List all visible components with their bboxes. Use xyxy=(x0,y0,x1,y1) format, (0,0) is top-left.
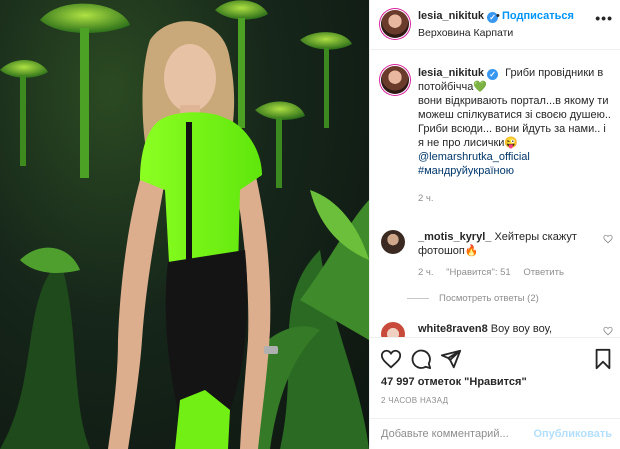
comment-like-heart-icon[interactable] xyxy=(603,326,613,336)
heart-icon[interactable] xyxy=(380,348,402,370)
likes-count[interactable]: 47 997 отметок "Нравится" xyxy=(381,376,527,388)
commenter-username[interactable]: _motis_kyryl_ xyxy=(418,231,491,243)
comment-meta: 2 ч. "Нравится": 51 Ответить xyxy=(418,266,593,280)
mention-link[interactable]: @lemarshrutka_official xyxy=(418,151,530,163)
comment-icon[interactable] xyxy=(410,348,432,370)
view-replies-button[interactable]: Посмотреть ответы (2) xyxy=(407,293,539,304)
add-comment-input[interactable]: Добавьте комментарий... xyxy=(381,428,509,440)
follow-button[interactable]: Подписаться xyxy=(502,10,574,22)
comment-text: Воу воу воу, xyxy=(490,323,553,335)
caption-username[interactable]: lesia_nikituk ✓ xyxy=(418,67,499,80)
verified-badge-icon: ✓ xyxy=(487,69,499,80)
author-username[interactable]: lesia_nikituk ✓ xyxy=(418,10,499,23)
fire-emoji: 🔥 xyxy=(464,245,479,257)
add-comment-row: Добавьте комментарий... Опубликовать xyxy=(370,418,620,449)
caption-username-text[interactable]: lesia_nikituk xyxy=(418,67,484,79)
share-icon[interactable] xyxy=(440,348,462,370)
wink-emoji: 😜 xyxy=(504,137,519,149)
post-time-ago: 2 ЧАСОВ НАЗАД xyxy=(381,396,449,405)
bookmark-icon[interactable] xyxy=(592,348,614,370)
green-heart-emoji: 💚 xyxy=(473,81,488,93)
post-header: lesia_nikituk ✓ • Подписаться Верховина К… xyxy=(370,0,620,50)
post-actions: 47 997 отметок "Нравится" 2 ЧАСОВ НАЗАД … xyxy=(370,337,620,449)
location-link[interactable]: Верховина Карпати xyxy=(418,27,513,39)
comment-likes[interactable]: "Нравится": 51 xyxy=(446,267,511,278)
comment-body: white8raven8 Воу воу воу, xyxy=(418,322,593,336)
commenter-avatar[interactable] xyxy=(381,230,405,254)
reply-button[interactable]: Ответить xyxy=(523,267,564,278)
author-username-text[interactable]: lesia_nikituk xyxy=(418,10,484,22)
separator-dot: • xyxy=(496,10,500,22)
photo-illustration xyxy=(0,0,369,449)
publish-button[interactable]: Опубликовать xyxy=(533,428,612,440)
post-side-panel: lesia_nikituk ✓ • Подписаться Верховина К… xyxy=(369,0,620,449)
comment-time: 2 ч. xyxy=(418,267,434,278)
comment-body: _motis_kyryl_ Хейтеры скажут фотошоп🔥 2 … xyxy=(418,230,593,280)
more-options-icon[interactable]: ••• xyxy=(595,10,613,26)
caption-time: 2 ч. xyxy=(418,193,434,204)
author-avatar[interactable] xyxy=(381,10,409,38)
comment-like-heart-icon[interactable] xyxy=(603,234,613,244)
hashtag-link[interactable]: #мандруйукраїною xyxy=(418,165,514,177)
commenter-username[interactable]: white8raven8 xyxy=(418,323,488,335)
caption-avatar[interactable] xyxy=(381,66,409,94)
caption-text: lesia_nikituk ✓ Гриби провідники в потойб… xyxy=(418,66,614,206)
caption-line-2: вони відкривають портал...в якому ти мож… xyxy=(418,95,611,121)
post-photo[interactable] xyxy=(0,0,369,449)
